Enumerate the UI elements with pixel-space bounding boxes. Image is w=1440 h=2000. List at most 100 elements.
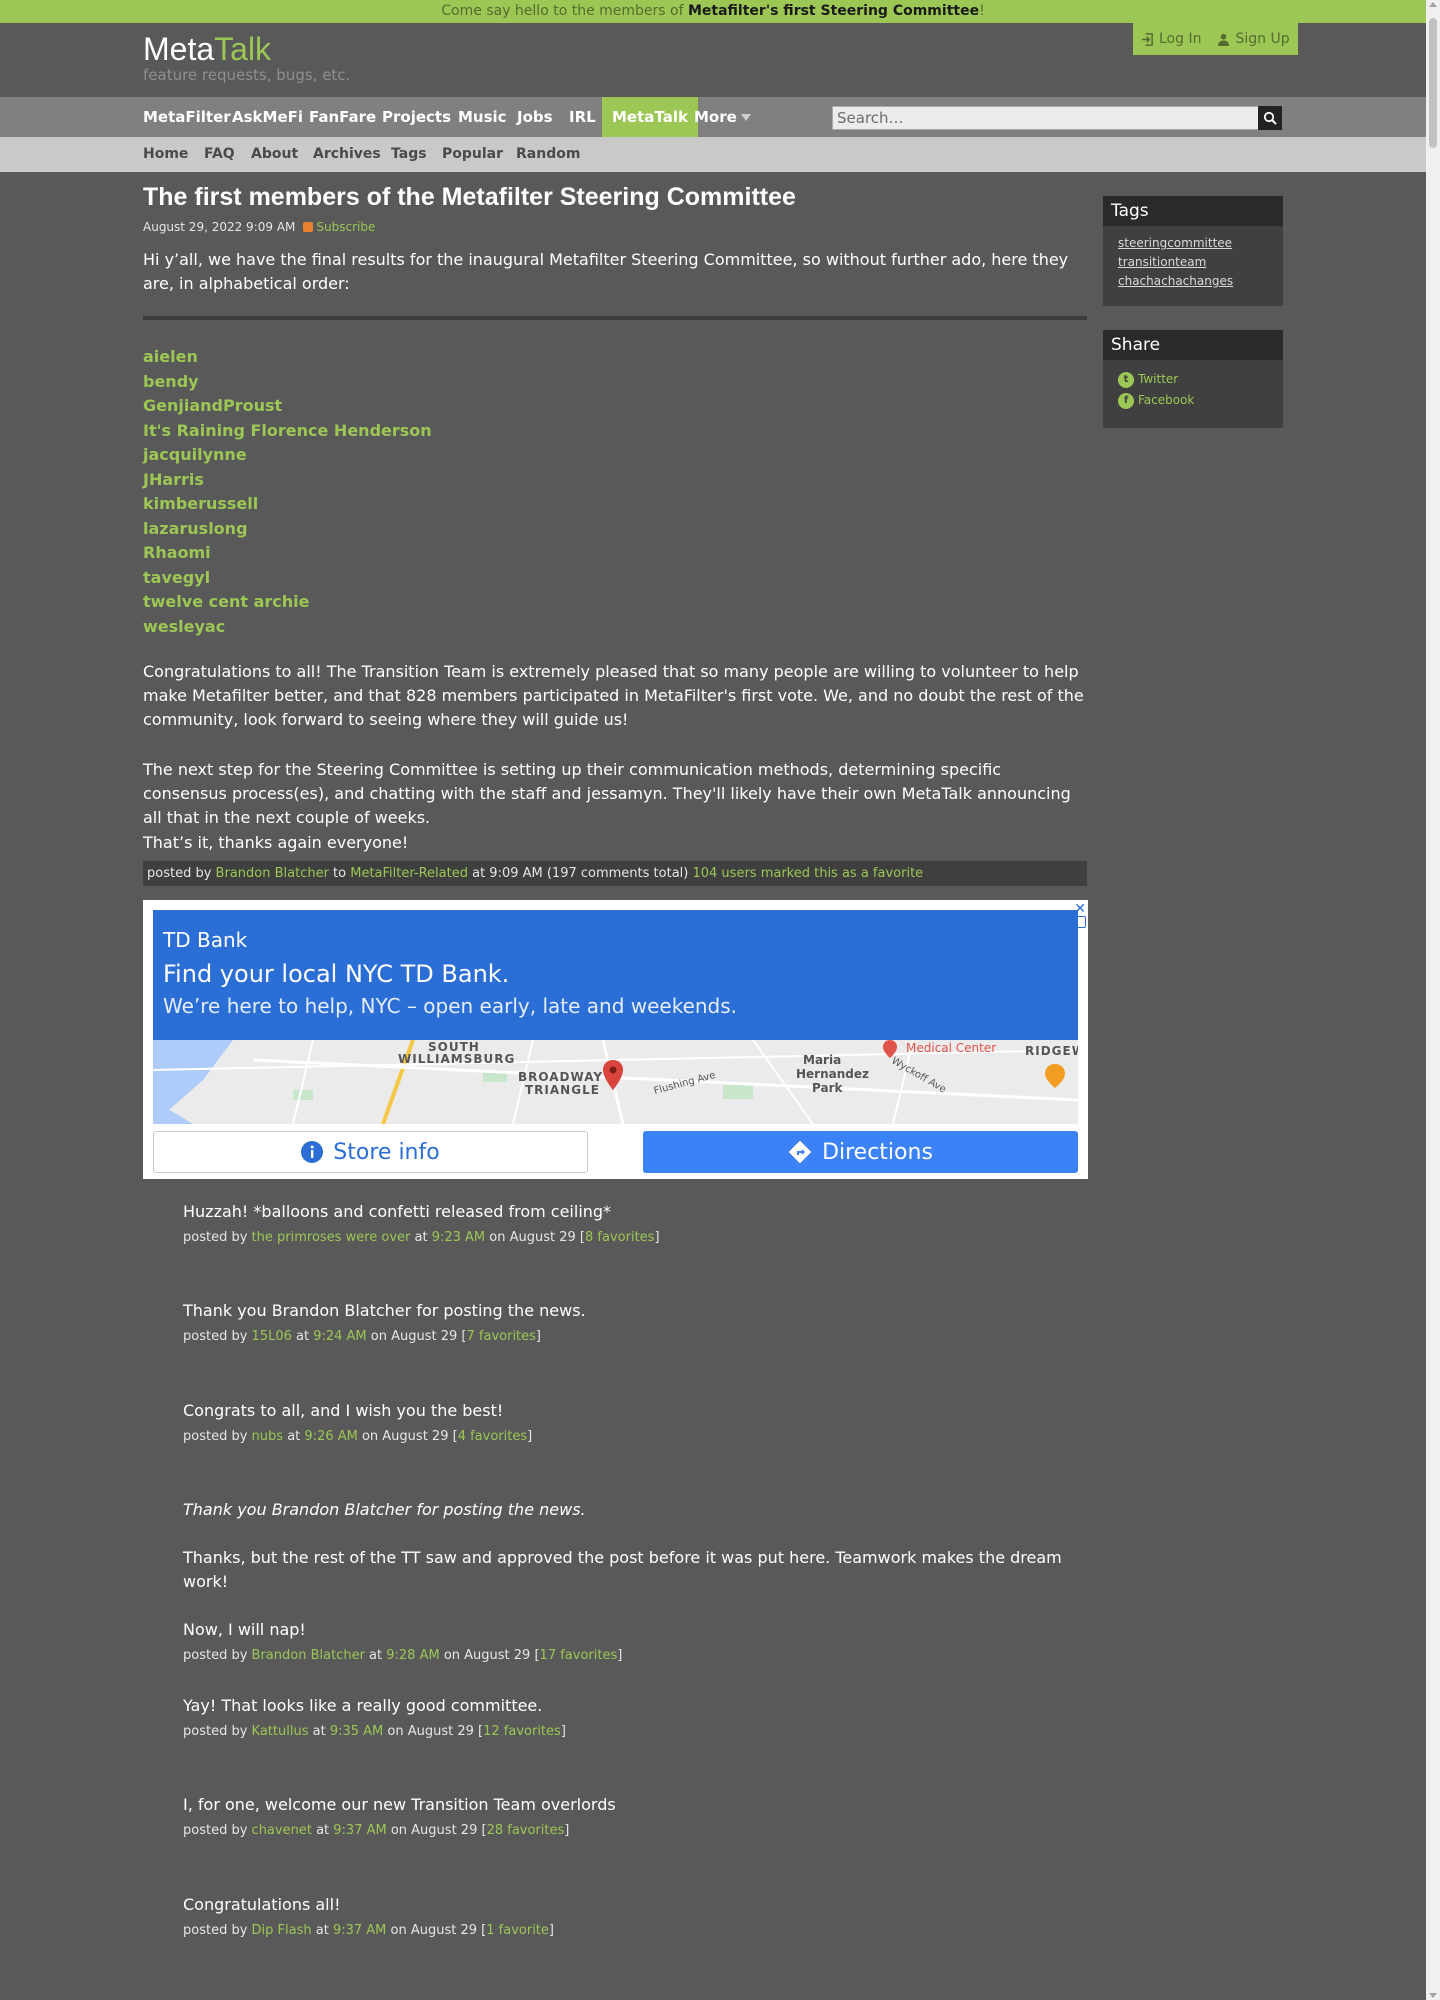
nav-more[interactable]: More	[684, 97, 761, 137]
subnav-random[interactable]: Random	[516, 137, 580, 172]
store-info-label: Store info	[333, 1139, 440, 1165]
subscribe-link[interactable]: Subscribe	[303, 220, 375, 234]
nav-jobs[interactable]: Jobs	[507, 97, 563, 137]
site-logo[interactable]: MetaTalk	[143, 31, 271, 68]
subnav-faq[interactable]: FAQ	[204, 137, 235, 172]
comment-favorites-link[interactable]: 12 favorites	[483, 1724, 561, 1739]
post-category-link[interactable]: MetaFilter-Related	[350, 866, 468, 881]
subnav-home[interactable]: Home	[143, 137, 188, 172]
post-title: The first members of the Metafilter Stee…	[143, 183, 796, 211]
comment-time-link[interactable]: 9:26 AM	[304, 1429, 357, 1444]
signup-button[interactable]: Sign Up	[1209, 23, 1297, 55]
byline-at: at	[308, 1724, 330, 1739]
scrollbar[interactable]	[1426, 0, 1440, 2000]
byline-close-bracket: ]	[548, 1923, 554, 1938]
ad-banner[interactable]: TD Bank Find your local NYC TD Bank. We’…	[143, 900, 1088, 1179]
subnav-tags[interactable]: Tags	[391, 137, 427, 172]
subnav-about[interactable]: About	[251, 137, 298, 172]
comment-author-link[interactable]: Brandon Blatcher	[252, 1648, 365, 1663]
byline-open-bracket: [	[448, 1429, 458, 1444]
post-paragraph: That’s it, thanks again everyone!	[143, 833, 409, 852]
comment-author-link[interactable]: the primroses were over	[252, 1230, 411, 1245]
map-label: Hernandez	[796, 1067, 869, 1081]
caret-down-icon	[740, 114, 751, 121]
byline-to: to	[328, 866, 351, 881]
ad-header[interactable]: TD Bank Find your local NYC TD Bank. We’…	[153, 910, 1078, 1040]
ad-map[interactable]: SOUTH WILLIAMSBURG BROADWAY TRIANGLE Med…	[153, 1040, 1078, 1124]
scrollbar-thumb[interactable]	[1429, 18, 1437, 148]
post-author-link[interactable]: Brandon Blatcher	[216, 866, 329, 881]
comment-time-link[interactable]: 9:35 AM	[330, 1724, 383, 1739]
member-link[interactable]: jacquilynne	[143, 445, 247, 464]
tag-link[interactable]: chachachachanges	[1103, 272, 1283, 291]
comment-time-link[interactable]: 9:24 AM	[313, 1329, 366, 1344]
site-tagline: feature requests, bugs, etc.	[143, 66, 351, 84]
search-input[interactable]	[833, 107, 1233, 129]
ad-choices-icon[interactable]	[1074, 916, 1086, 928]
logo-meta: Meta	[143, 31, 215, 67]
comment-favorites-link[interactable]: 1 favorite	[486, 1923, 549, 1938]
subnav-archives[interactable]: Archives	[313, 137, 381, 172]
signup-label: Sign Up	[1235, 31, 1290, 47]
ad-brand: TD Bank	[163, 928, 248, 952]
tag-link[interactable]: transitionteam	[1103, 253, 1283, 272]
comment-date: on August 29	[489, 1230, 576, 1245]
share-box: Share t Twitter f Facebook	[1103, 330, 1283, 428]
scroll-down-icon[interactable]	[1429, 1993, 1437, 1998]
member-link[interactable]: bendy	[143, 372, 199, 391]
member-link[interactable]: aielen	[143, 347, 198, 366]
comment-favorites-link[interactable]: 8 favorites	[585, 1230, 654, 1245]
member-link[interactable]: kimberussell	[143, 494, 258, 513]
comment-favorites-link[interactable]: 7 favorites	[467, 1329, 536, 1344]
share-twitter-link[interactable]: t Twitter	[1103, 369, 1283, 390]
byline-close-bracket: ]	[527, 1429, 533, 1444]
member-link[interactable]: twelve cent archie	[143, 592, 309, 611]
scroll-up-icon[interactable]	[1429, 2, 1437, 7]
member-link[interactable]: lazaruslong	[143, 519, 248, 538]
directions-button[interactable]: Directions	[643, 1131, 1078, 1173]
comment-text: Yay! That looks like a really good commi…	[183, 1696, 543, 1715]
store-info-button[interactable]: Store info	[153, 1131, 588, 1173]
byline-close-bracket: ]	[535, 1329, 541, 1344]
comment-time-link[interactable]: 9:37 AM	[333, 1823, 386, 1838]
post-meta: August 29, 2022 9:09 AM Subscribe	[143, 220, 375, 234]
comment-time-link[interactable]: 9:28 AM	[386, 1648, 439, 1663]
comment-favorites-link[interactable]: 17 favorites	[540, 1648, 618, 1663]
post-favorites-link[interactable]: 104 users marked this as a favorite	[692, 866, 923, 881]
tag-link[interactable]: steeringcommittee	[1103, 234, 1283, 253]
share-facebook-link[interactable]: f Facebook	[1103, 390, 1283, 411]
share-facebook-label: Facebook	[1138, 393, 1195, 407]
comment-author-link[interactable]: nubs	[252, 1429, 284, 1444]
close-icon[interactable]: ✕	[1074, 901, 1086, 917]
member-link[interactable]: wesleyac	[143, 617, 225, 636]
directions-label: Directions	[822, 1139, 933, 1165]
comment-author-link[interactable]: 15L06	[252, 1329, 292, 1344]
announcement-link[interactable]: Metafilter's first Steering Committee	[688, 3, 979, 19]
comment-date: on August 29	[390, 1823, 478, 1838]
comment-time-link[interactable]: 9:37 AM	[333, 1923, 386, 1938]
comment-author-link[interactable]: Kattullus	[252, 1724, 309, 1739]
comment-text: Congratulations all!	[183, 1895, 341, 1914]
comment: Congratulations all! posted by Dip Flash…	[183, 1893, 1083, 1941]
byline-open-bracket: [	[477, 1923, 487, 1938]
member-link[interactable]: It's Raining Florence Henderson	[143, 421, 432, 440]
comment-author-link[interactable]: Dip Flash	[252, 1923, 312, 1938]
nav-irl[interactable]: IRL	[559, 97, 606, 137]
comment-byline: posted by nubs at 9:26 AM on August 29 […	[183, 1427, 1083, 1447]
subnav-popular[interactable]: Popular	[442, 137, 503, 172]
comment-author-link[interactable]: chavenet	[252, 1823, 312, 1838]
comment-time-link[interactable]: 9:23 AM	[432, 1230, 485, 1245]
comment-favorites-link[interactable]: 28 favorites	[487, 1823, 565, 1838]
member-link[interactable]: GenjiandProust	[143, 396, 282, 415]
member-link[interactable]: JHarris	[143, 470, 204, 489]
byline-close-bracket: ]	[617, 1648, 623, 1663]
search-button[interactable]	[1258, 106, 1282, 130]
member-link[interactable]: Rhaomi	[143, 543, 211, 562]
login-icon	[1141, 32, 1153, 46]
comment-byline: posted by chavenet at 9:37 AM on August …	[183, 1821, 1083, 1841]
login-button[interactable]: Log In	[1133, 23, 1209, 55]
member-link[interactable]: tavegyl	[143, 568, 210, 587]
comment-favorites-link[interactable]: 4 favorites	[458, 1429, 527, 1444]
post-date: August 29, 2022 9:09 AM	[143, 220, 296, 234]
post-paragraph: The next step for the Steering Committee…	[143, 760, 1071, 827]
